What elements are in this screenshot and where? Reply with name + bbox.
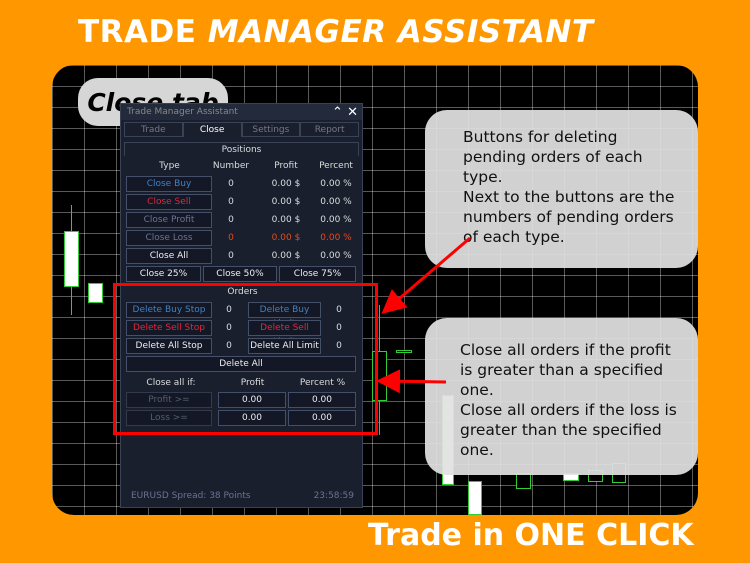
arrow-orders [381,236,471,314]
arrow-close-if [376,369,447,394]
arrows [376,236,471,394]
tagline: Trade in ONE CLICK [368,518,694,553]
